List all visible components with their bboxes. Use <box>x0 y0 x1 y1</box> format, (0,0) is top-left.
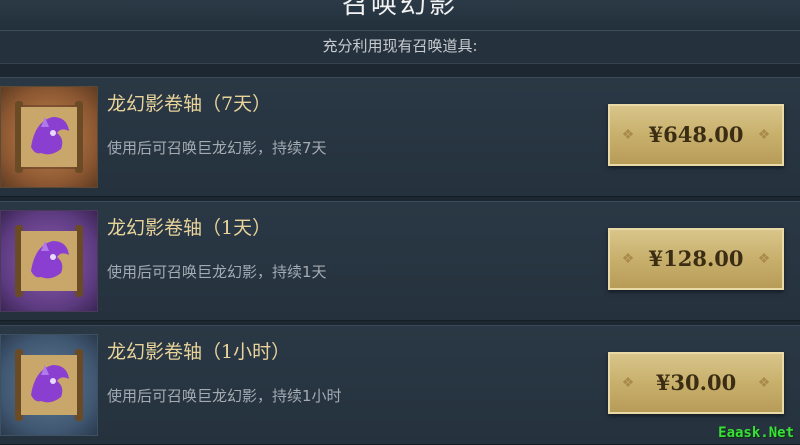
header-banner: 召唤幻影 <box>0 0 800 31</box>
subtitle-text: 充分利用现有召唤道具: <box>322 37 478 55</box>
item-description: 使用后可召唤巨龙幻影，持续1天 <box>107 263 327 281</box>
item-description: 使用后可召唤巨龙幻影，持续7天 <box>107 139 327 157</box>
item-name: 龙幻影卷轴（7天） <box>107 93 272 115</box>
watermark: Eaask.Net <box>718 425 794 441</box>
buy-button[interactable]: ❖ ¥648.00 ❖ <box>608 104 784 166</box>
list-item: 龙幻影卷轴（1天） 使用后可召唤巨龙幻影，持续1天 ❖ ¥128.00 ❖ <box>0 201 800 321</box>
ornament-left-icon: ❖ <box>621 251 635 267</box>
buy-button[interactable]: ❖ ¥30.00 ❖ <box>608 352 784 414</box>
dragon-scroll-icon <box>0 210 98 312</box>
price-label: ¥128.00 <box>648 246 744 271</box>
buy-button[interactable]: ❖ ¥128.00 ❖ <box>608 228 784 290</box>
item-name: 龙幻影卷轴（1小时） <box>107 341 291 363</box>
ornament-right-icon: ❖ <box>757 251 771 267</box>
item-description: 使用后可召唤巨龙幻影，持续1小时 <box>107 387 342 405</box>
price-label: ¥648.00 <box>648 122 744 147</box>
list-item: 龙幻影卷轴（1小时） 使用后可召唤巨龙幻影，持续1小时 ❖ ¥30.00 ❖ <box>0 325 800 445</box>
subtitle-bar: 充分利用现有召唤道具: <box>0 31 800 64</box>
dragon-scroll-icon <box>0 86 98 188</box>
ornament-right-icon: ❖ <box>757 375 771 391</box>
item-name: 龙幻影卷轴（1天） <box>107 217 272 239</box>
page-title: 召唤幻影 <box>341 0 458 20</box>
ornament-right-icon: ❖ <box>757 127 771 143</box>
price-label: ¥30.00 <box>655 370 737 395</box>
ornament-left-icon: ❖ <box>621 375 635 391</box>
list-item: 龙幻影卷轴（7天） 使用后可召唤巨龙幻影，持续7天 ❖ ¥648.00 ❖ <box>0 77 800 197</box>
ornament-left-icon: ❖ <box>621 127 635 143</box>
dragon-scroll-icon <box>0 334 98 436</box>
